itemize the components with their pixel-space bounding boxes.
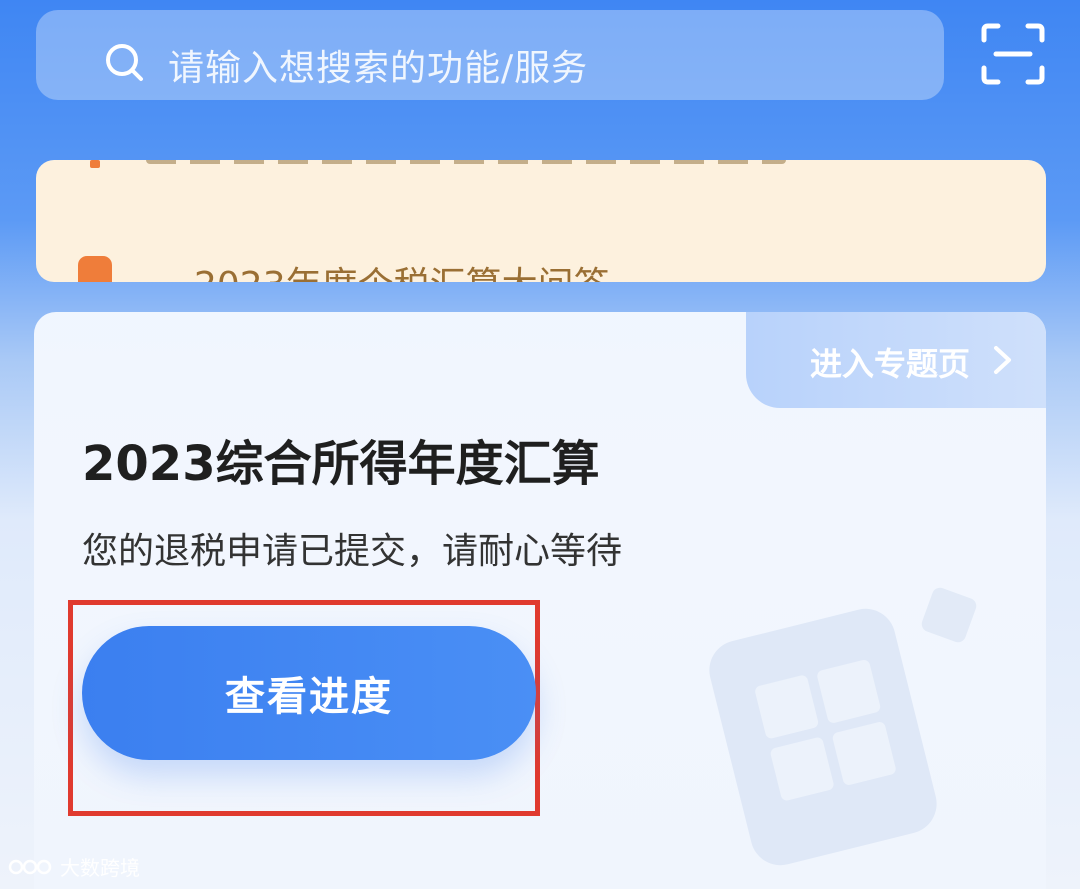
watermark-logo-icon bbox=[8, 859, 52, 874]
topic-page-label: 进入专题页 bbox=[809, 345, 970, 383]
chevron-right-icon bbox=[994, 346, 1011, 374]
watermark-text: 大数跨境 bbox=[60, 856, 140, 880]
calendar-decoration-icon bbox=[709, 587, 977, 866]
scan-icon[interactable] bbox=[980, 22, 1046, 86]
card-title: 2023综合所得年度汇算 bbox=[82, 436, 600, 492]
search-icon bbox=[106, 44, 143, 81]
notice-bullet-icon bbox=[78, 256, 112, 282]
notice-card[interactable]: 2023年度个税汇算大问答 bbox=[36, 160, 1046, 282]
topic-page-link[interactable]: 进入专题页 bbox=[746, 312, 1046, 408]
annual-tax-card: 进入专题页 2023综合所得年度汇算 您的退税申请已提交，请耐心等待 查看进度 bbox=[34, 312, 1046, 889]
search-placeholder: 请输入想搜索的功能/服务 bbox=[168, 48, 589, 89]
notice-previous-bullet bbox=[90, 160, 100, 168]
card-subtitle: 您的退税申请已提交，请耐心等待 bbox=[82, 531, 623, 572]
notice-previous-item bbox=[146, 160, 786, 164]
search-bar[interactable]: 请输入想搜索的功能/服务 bbox=[36, 10, 944, 100]
notice-item-text[interactable]: 2023年度个税汇算大问答 bbox=[194, 256, 610, 282]
view-progress-button[interactable]: 查看进度 bbox=[82, 626, 536, 760]
watermark: 大数跨境 bbox=[8, 852, 140, 881]
